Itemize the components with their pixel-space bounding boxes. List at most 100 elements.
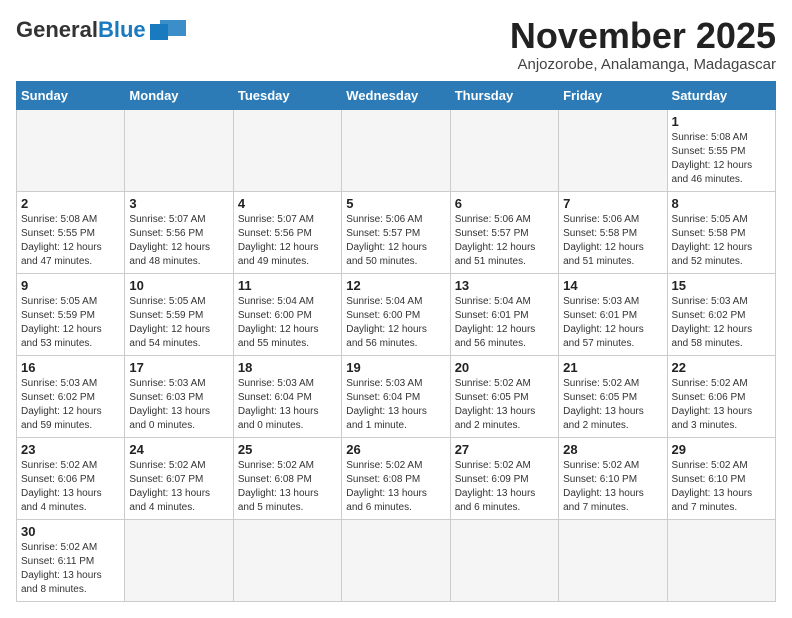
calendar-week-row: 23Sunrise: 5:02 AM Sunset: 6:06 PM Dayli… [17, 437, 776, 519]
calendar-cell: 26 Sunrise: 5:02 AM Sunset: 6:08 PM Dayli… [342, 437, 450, 519]
day-info: Sunrise: 5:04 AM Sunset: 6:00 PM Dayligh… [346, 295, 445, 351]
calendar-cell [342, 519, 450, 601]
calendar-cell: 8 Sunrise: 5:05 AM Sunset: 5:58 PM Daylig… [667, 191, 775, 273]
day-of-week-header: Wednesday [342, 81, 450, 109]
calendar-cell: 23Sunrise: 5:02 AM Sunset: 6:06 PM Dayli… [17, 437, 125, 519]
day-of-week-header: Sunday [17, 81, 125, 109]
day-number: 17 [129, 360, 228, 375]
calendar-cell: 17 Sunrise: 5:03 AM Sunset: 6:03 PM Dayli… [125, 355, 233, 437]
day-info: Sunrise: 5:07 AM Sunset: 5:56 PM Dayligh… [129, 213, 228, 269]
day-info: Sunrise: 5:03 AM Sunset: 6:02 PM Dayligh… [21, 377, 120, 433]
day-info: Sunrise: 5:02 AM Sunset: 6:08 PM Dayligh… [238, 459, 337, 515]
calendar-header-row: SundayMondayTuesdayWednesdayThursdayFrid… [17, 81, 776, 109]
day-number: 20 [455, 360, 554, 375]
day-number: 16 [21, 360, 120, 375]
day-number: 21 [563, 360, 662, 375]
day-info: Sunrise: 5:03 AM Sunset: 6:03 PM Dayligh… [129, 377, 228, 433]
calendar-cell: 20 Sunrise: 5:02 AM Sunset: 6:05 PM Dayli… [450, 355, 558, 437]
day-info: Sunrise: 5:03 AM Sunset: 6:04 PM Dayligh… [346, 377, 445, 433]
day-info: Sunrise: 5:06 AM Sunset: 5:57 PM Dayligh… [455, 213, 554, 269]
day-of-week-header: Saturday [667, 81, 775, 109]
day-info: Sunrise: 5:08 AM Sunset: 5:55 PM Dayligh… [21, 213, 120, 269]
day-of-week-header: Monday [125, 81, 233, 109]
calendar-cell: 28Sunrise: 5:02 AM Sunset: 6:10 PM Dayli… [559, 437, 667, 519]
header: GeneralBlue November 2025 Anjozorobe, An… [16, 16, 776, 73]
day-number: 8 [672, 196, 771, 211]
calendar-cell: 3 Sunrise: 5:07 AM Sunset: 5:56 PM Daylig… [125, 191, 233, 273]
day-info: Sunrise: 5:02 AM Sunset: 6:06 PM Dayligh… [21, 459, 120, 515]
day-info: Sunrise: 5:02 AM Sunset: 6:08 PM Dayligh… [346, 459, 445, 515]
day-info: Sunrise: 5:06 AM Sunset: 5:57 PM Dayligh… [346, 213, 445, 269]
logo-text: GeneralBlue [16, 19, 146, 41]
day-of-week-header: Friday [559, 81, 667, 109]
day-info: Sunrise: 5:02 AM Sunset: 6:05 PM Dayligh… [455, 377, 554, 433]
location: Anjozorobe, Analamanga, Madagascar [510, 56, 776, 73]
day-number: 6 [455, 196, 554, 211]
calendar-cell [559, 109, 667, 191]
calendar-cell: 19 Sunrise: 5:03 AM Sunset: 6:04 PM Dayli… [342, 355, 450, 437]
calendar-cell: 24 Sunrise: 5:02 AM Sunset: 6:07 PM Dayli… [125, 437, 233, 519]
day-info: Sunrise: 5:03 AM Sunset: 6:01 PM Dayligh… [563, 295, 662, 351]
calendar-cell: 27 Sunrise: 5:02 AM Sunset: 6:09 PM Dayli… [450, 437, 558, 519]
calendar-cell [450, 519, 558, 601]
day-info: Sunrise: 5:08 AM Sunset: 5:55 PM Dayligh… [672, 131, 771, 187]
calendar-cell: 9Sunrise: 5:05 AM Sunset: 5:59 PM Daylig… [17, 273, 125, 355]
day-number: 18 [238, 360, 337, 375]
day-number: 1 [672, 114, 771, 129]
day-info: Sunrise: 5:03 AM Sunset: 6:04 PM Dayligh… [238, 377, 337, 433]
day-number: 28 [563, 442, 662, 457]
calendar-cell: 6 Sunrise: 5:06 AM Sunset: 5:57 PM Daylig… [450, 191, 558, 273]
calendar-cell [17, 109, 125, 191]
calendar-week-row: 30 Sunrise: 5:02 AM Sunset: 6:11 PM Dayli… [17, 519, 776, 601]
day-number: 7 [563, 196, 662, 211]
day-info: Sunrise: 5:02 AM Sunset: 6:09 PM Dayligh… [455, 459, 554, 515]
day-info: Sunrise: 5:03 AM Sunset: 6:02 PM Dayligh… [672, 295, 771, 351]
day-number: 25 [238, 442, 337, 457]
day-number: 4 [238, 196, 337, 211]
day-number: 12 [346, 278, 445, 293]
day-number: 13 [455, 278, 554, 293]
calendar-cell: 30 Sunrise: 5:02 AM Sunset: 6:11 PM Dayli… [17, 519, 125, 601]
calendar-cell [667, 519, 775, 601]
day-number: 5 [346, 196, 445, 211]
day-number: 27 [455, 442, 554, 457]
day-info: Sunrise: 5:02 AM Sunset: 6:05 PM Dayligh… [563, 377, 662, 433]
calendar-cell [233, 109, 341, 191]
day-number: 3 [129, 196, 228, 211]
calendar-week-row: 16 Sunrise: 5:03 AM Sunset: 6:02 PM Dayli… [17, 355, 776, 437]
logo-icon [150, 16, 186, 44]
calendar-cell [125, 519, 233, 601]
calendar-cell: 7Sunrise: 5:06 AM Sunset: 5:58 PM Daylig… [559, 191, 667, 273]
calendar-cell: 10Sunrise: 5:05 AM Sunset: 5:59 PM Dayli… [125, 273, 233, 355]
calendar-cell: 29Sunrise: 5:02 AM Sunset: 6:10 PM Dayli… [667, 437, 775, 519]
calendar-table: SundayMondayTuesdayWednesdayThursdayFrid… [16, 81, 776, 602]
calendar-cell: 18 Sunrise: 5:03 AM Sunset: 6:04 PM Dayli… [233, 355, 341, 437]
day-info: Sunrise: 5:05 AM Sunset: 5:59 PM Dayligh… [21, 295, 120, 351]
calendar-cell: 5 Sunrise: 5:06 AM Sunset: 5:57 PM Daylig… [342, 191, 450, 273]
calendar-cell [233, 519, 341, 601]
calendar-cell [125, 109, 233, 191]
day-number: 30 [21, 524, 120, 539]
day-info: Sunrise: 5:02 AM Sunset: 6:06 PM Dayligh… [672, 377, 771, 433]
day-number: 24 [129, 442, 228, 457]
calendar-cell: 16 Sunrise: 5:03 AM Sunset: 6:02 PM Dayli… [17, 355, 125, 437]
calendar-cell [450, 109, 558, 191]
calendar-cell: 14Sunrise: 5:03 AM Sunset: 6:01 PM Dayli… [559, 273, 667, 355]
logo: GeneralBlue [16, 16, 186, 44]
calendar-week-row: 9Sunrise: 5:05 AM Sunset: 5:59 PM Daylig… [17, 273, 776, 355]
day-info: Sunrise: 5:07 AM Sunset: 5:56 PM Dayligh… [238, 213, 337, 269]
day-number: 10 [129, 278, 228, 293]
day-number: 15 [672, 278, 771, 293]
month-year: November 2025 [510, 16, 776, 56]
day-number: 19 [346, 360, 445, 375]
day-info: Sunrise: 5:05 AM Sunset: 5:58 PM Dayligh… [672, 213, 771, 269]
calendar-cell: 4 Sunrise: 5:07 AM Sunset: 5:56 PM Daylig… [233, 191, 341, 273]
day-number: 26 [346, 442, 445, 457]
calendar-cell [342, 109, 450, 191]
calendar-cell: 1 Sunrise: 5:08 AM Sunset: 5:55 PM Daylig… [667, 109, 775, 191]
day-info: Sunrise: 5:04 AM Sunset: 6:01 PM Dayligh… [455, 295, 554, 351]
calendar-cell: 15 Sunrise: 5:03 AM Sunset: 6:02 PM Dayli… [667, 273, 775, 355]
day-info: Sunrise: 5:02 AM Sunset: 6:11 PM Dayligh… [21, 541, 120, 597]
day-info: Sunrise: 5:02 AM Sunset: 6:07 PM Dayligh… [129, 459, 228, 515]
day-info: Sunrise: 5:04 AM Sunset: 6:00 PM Dayligh… [238, 295, 337, 351]
